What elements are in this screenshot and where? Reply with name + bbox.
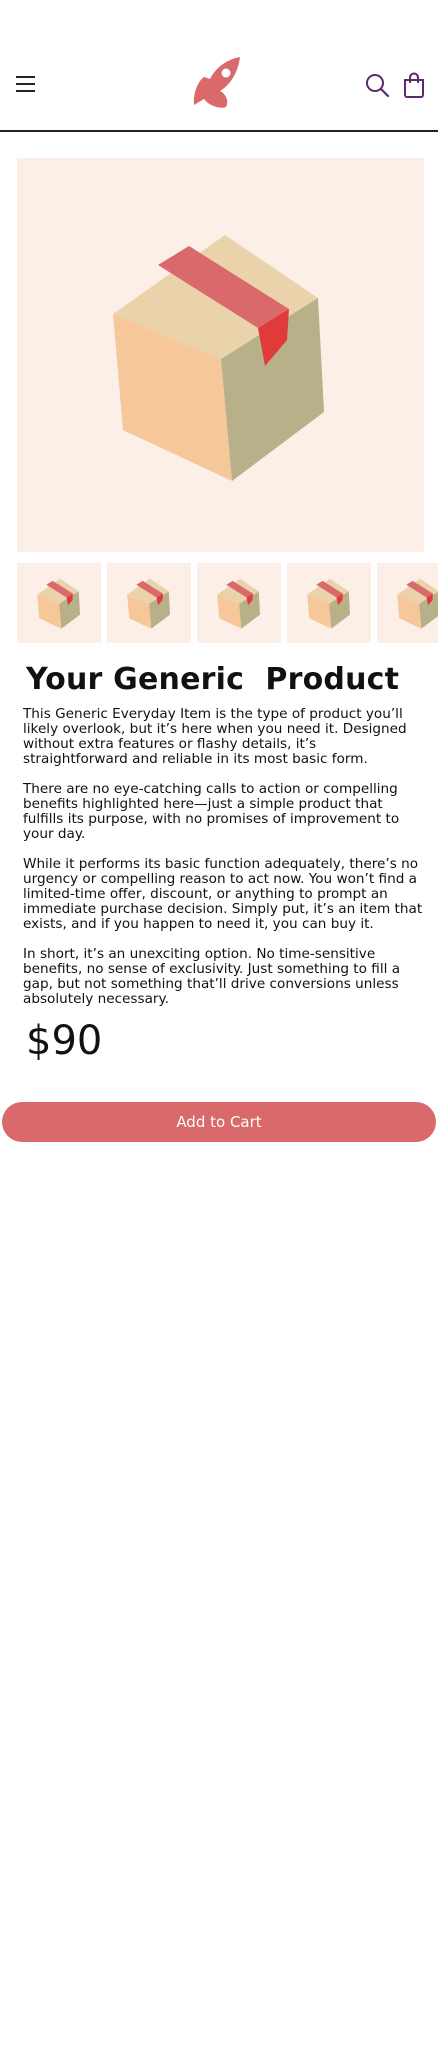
thumbnail-1[interactable] [17, 563, 101, 643]
description-paragraph: In short, it’s an unexciting option. No … [23, 946, 401, 1007]
product-main-image[interactable] [17, 158, 424, 552]
rocket-logo-icon[interactable] [190, 53, 250, 113]
add-to-cart-button[interactable]: Add to Cart [2, 1102, 436, 1142]
description-paragraph: This Generic Everyday Item is the type o… [23, 706, 407, 767]
description-paragraph: While it performs its basic function ade… [23, 856, 423, 932]
cardboard-box-icon [113, 235, 324, 481]
thumbnail-5[interactable] [377, 563, 438, 643]
product-price: $90 [26, 1018, 103, 1064]
shopping-bag-icon[interactable] [402, 72, 426, 98]
product-title: Your Generic Product [26, 662, 400, 697]
thumbnail-strip [17, 563, 438, 643]
site-header [0, 0, 438, 130]
description-paragraph: There are no eye-catching calls to actio… [23, 781, 400, 842]
thumbnail-2[interactable] [107, 563, 191, 643]
header-divider [0, 130, 438, 132]
search-icon[interactable] [364, 72, 390, 98]
thumbnail-3[interactable] [197, 563, 281, 643]
product-description: This Generic Everyday Item is the type o… [23, 707, 423, 1022]
hamburger-menu-icon[interactable] [14, 72, 38, 96]
thumbnail-4[interactable] [287, 563, 371, 643]
